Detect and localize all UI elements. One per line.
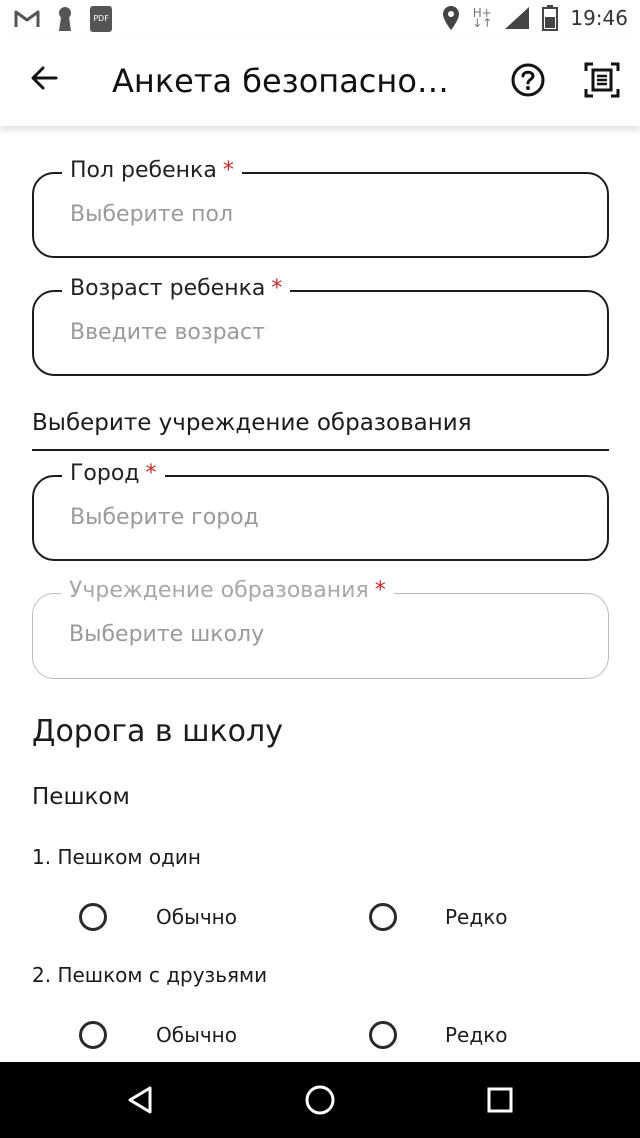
nav-recents-icon[interactable] xyxy=(482,1082,518,1118)
radio-walk-friends-rarely[interactable] xyxy=(369,1021,397,1049)
gender-label-text: Пол ребенка xyxy=(70,158,217,183)
institution-field-label: Учреждение образования * xyxy=(61,578,394,603)
gmail-icon xyxy=(14,10,40,27)
app-bar: Анкета безопасно… xyxy=(0,40,640,126)
age-placeholder: Введите возраст xyxy=(70,320,265,345)
signal-icon xyxy=(505,7,530,29)
status-bar-system: H+ ↓↑ 19:46 xyxy=(442,5,628,31)
page-title: Анкета безопасно… xyxy=(112,62,449,100)
city-label-text: Город xyxy=(70,461,140,486)
battery-icon xyxy=(542,5,559,31)
road-section-heading: Дорога в школу xyxy=(32,714,283,749)
age-required-mark: * xyxy=(271,276,283,301)
institution-select-field[interactable]: Учреждение образования * Выберите школу xyxy=(32,578,609,679)
nav-back-icon[interactable] xyxy=(122,1082,158,1118)
back-arrow-icon[interactable] xyxy=(28,62,60,94)
gender-placeholder: Выберите пол xyxy=(70,202,234,227)
keyhole-icon xyxy=(59,7,71,31)
city-select-field[interactable]: Город * Выберите город xyxy=(32,461,609,561)
city-field-label: Город * xyxy=(62,461,165,486)
nav-home-icon[interactable] xyxy=(302,1082,338,1118)
city-placeholder: Выберите город xyxy=(70,505,259,530)
help-circle-icon[interactable] xyxy=(510,62,546,98)
radio-walk-friends-usually[interactable] xyxy=(79,1021,107,1049)
question-walk-with-friends: 2. Пешком с друзьями xyxy=(32,963,268,987)
age-label-text: Возраст ребенка xyxy=(70,276,266,301)
pdf-icon: PDF xyxy=(90,6,112,32)
walking-subheading: Пешком xyxy=(32,784,130,810)
radio-label-walk-friends-rarely: Редко xyxy=(445,1023,508,1047)
city-required-mark: * xyxy=(145,461,157,486)
data-arrows-icon: ↓↑ xyxy=(472,16,493,30)
school-section-label: Выберите учреждение образования xyxy=(32,410,472,436)
question-walk-alone: 1. Пешком один xyxy=(32,845,201,869)
radio-walk-alone-rarely[interactable] xyxy=(369,903,397,931)
pdf-icon-label: PDF xyxy=(93,14,109,23)
age-input-field[interactable]: Возраст ребенка * Введите возраст xyxy=(32,276,609,376)
age-field-label: Возраст ребенка * xyxy=(62,276,291,301)
gender-required-mark: * xyxy=(222,158,234,183)
gender-field-label: Пол ребенка * xyxy=(62,158,242,183)
institution-required-mark: * xyxy=(374,578,386,603)
radio-label-walk-alone-rarely: Редко xyxy=(445,905,508,929)
network-type-indicator: H+ ↓↑ xyxy=(472,7,493,30)
radio-label-walk-alone-usually: Обычно xyxy=(156,905,237,929)
status-bar-notifications: PDF xyxy=(14,6,112,32)
status-time: 19:46 xyxy=(570,6,628,30)
gender-select-field[interactable]: Пол ребенка * Выберите пол xyxy=(32,158,609,258)
radio-walk-alone-usually[interactable] xyxy=(79,903,107,931)
institution-label-text: Учреждение образования xyxy=(69,578,369,603)
institution-placeholder: Выберите школу xyxy=(69,622,265,647)
radio-label-walk-friends-usually: Обычно xyxy=(156,1023,237,1047)
location-icon xyxy=(443,6,460,30)
system-nav-bar xyxy=(0,1062,640,1138)
section-divider xyxy=(32,449,609,451)
status-bar: PDF H+ ↓↑ 19:46 xyxy=(0,0,640,40)
document-scan-icon[interactable] xyxy=(584,62,620,98)
